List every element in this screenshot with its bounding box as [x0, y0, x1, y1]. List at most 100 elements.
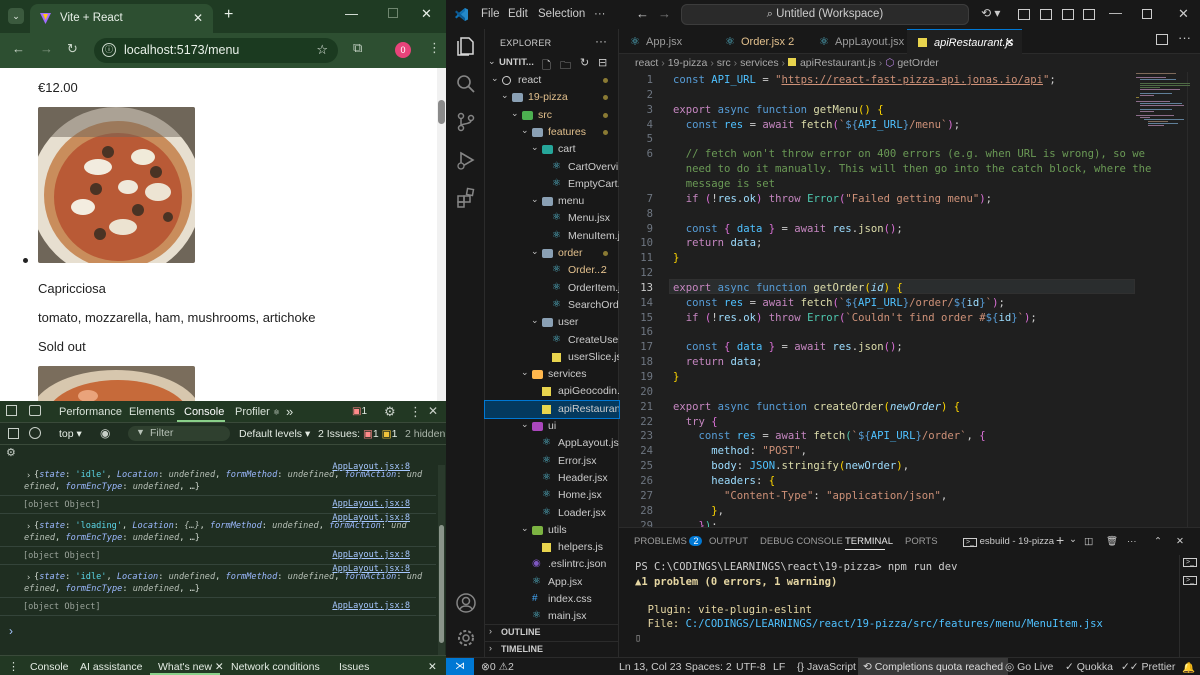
- console-message[interactable]: › {state: 'idle', Location: undefined, fo…: [0, 462, 436, 496]
- tree-file[interactable]: ⚛ App.jsx: [485, 574, 619, 591]
- issues-counter[interactable]: 2 Issues: ▣1 ▣1: [318, 428, 397, 440]
- site-info-icon[interactable]: ⓘ: [102, 43, 116, 57]
- devtools-tab-performance[interactable]: Performance: [59, 406, 122, 418]
- tab-close-icon[interactable]: ✕: [193, 11, 203, 25]
- manage-gear-icon[interactable]: [455, 627, 477, 649]
- copilot-icon[interactable]: ⟲ ▾: [981, 6, 1000, 20]
- tab-search-button[interactable]: ⌄: [8, 8, 24, 24]
- breadcrumb-item[interactable]: services: [740, 57, 779, 69]
- console-settings-icon[interactable]: ⚙: [6, 446, 16, 459]
- menu-edit[interactable]: Edit: [508, 8, 528, 20]
- breadcrumb-item[interactable]: getOrder: [897, 57, 938, 69]
- tree-file[interactable]: apiGeocodin...: [485, 383, 619, 400]
- nav-back-icon[interactable]: ←: [636, 6, 649, 21]
- command-center[interactable]: ⌕ Untitled (Workspace): [681, 4, 969, 25]
- device-toolbar-icon[interactable]: [29, 405, 41, 416]
- tree-file[interactable]: ⚛ Header.jsx: [485, 470, 619, 487]
- customize-layout-icon[interactable]: [1083, 9, 1095, 20]
- split-editor-icon[interactable]: [1156, 34, 1168, 45]
- browser-tab[interactable]: Vite + React ✕: [30, 4, 213, 33]
- prettier-status[interactable]: ✓✓ Prettier: [1121, 661, 1175, 673]
- minimize-button[interactable]: —: [345, 6, 358, 21]
- breadcrumb-item[interactable]: apiRestaurant.js: [800, 57, 876, 69]
- code-editor[interactable]: 1 const API_URL = "https://react-fast-piz…: [619, 72, 1200, 527]
- run-debug-icon[interactable]: [455, 149, 477, 171]
- collapse-all-icon[interactable]: ⊟: [598, 56, 607, 69]
- search-icon[interactable]: [455, 73, 477, 95]
- console-scrollbar[interactable]: [438, 465, 445, 675]
- tree-file[interactable]: ⚛ EmptyCart.j...: [485, 176, 619, 193]
- editor-tab[interactable]: apiRestaurant.js ✕: [907, 29, 1022, 54]
- problems-status[interactable]: ⊗0 ⚠2: [481, 661, 514, 673]
- drawer-tab-issues[interactable]: Issues: [339, 661, 369, 673]
- new-terminal-icon[interactable]: +: [1056, 532, 1064, 548]
- drawer-tab-console[interactable]: Console: [30, 661, 69, 673]
- console-source-link[interactable]: AppLayout.jsx:8: [332, 564, 410, 574]
- explorer-icon[interactable]: [455, 35, 477, 57]
- terminal-selector[interactable]: >_ esbuild - 19-pizza: [963, 536, 1054, 547]
- tree-file[interactable]: ⚛ AppLayout.jsx: [485, 435, 619, 452]
- maximize-button[interactable]: [388, 8, 398, 18]
- timeline-section[interactable]: › TIMELINE: [485, 641, 619, 658]
- console-prompt[interactable]: ›: [9, 624, 13, 638]
- console-source-link[interactable]: AppLayout.jsx:8: [332, 550, 410, 560]
- tree-file[interactable]: ⚛ Order.... 2: [485, 262, 619, 279]
- close-tab-icon[interactable]: ✕: [1005, 36, 1014, 49]
- bookmark-star-icon[interactable]: ☆: [316, 42, 328, 58]
- devtools-more-icon[interactable]: ⋮: [409, 404, 422, 420]
- console-message-object[interactable]: [object Object] AppLayout.jsx:8: [0, 496, 436, 514]
- reload-icon[interactable]: ↻: [67, 41, 78, 57]
- browser-menu-icon[interactable]: ⋮: [428, 40, 441, 56]
- console-source-link[interactable]: AppLayout.jsx:8: [332, 513, 410, 523]
- split-terminal-icon[interactable]: ◫: [1084, 536, 1093, 547]
- console-message[interactable]: › {state: 'idle', Location: undefined, fo…: [0, 564, 436, 598]
- editor-scrollbar[interactable]: [1187, 72, 1200, 527]
- close-devtools-icon[interactable]: ✕: [428, 404, 438, 418]
- tree-file[interactable]: ⚛ Error.jsx: [485, 453, 619, 470]
- expand-arrow-icon[interactable]: ›: [26, 471, 31, 481]
- indentation[interactable]: Spaces: 2: [685, 661, 732, 673]
- copilot-status[interactable]: ⟲ Completions quota reached: [858, 658, 1009, 675]
- sidebar-toggle-icon[interactable]: [8, 428, 19, 439]
- close-panel-icon[interactable]: ✕: [1176, 536, 1184, 547]
- tree-folder[interactable]: ⌄ 19-pizza: [485, 89, 619, 106]
- console-scroll-thumb[interactable]: [439, 525, 444, 643]
- tree-folder[interactable]: ⌄ features: [485, 124, 619, 141]
- menu-selection[interactable]: Selection: [538, 8, 585, 20]
- error-count-badge[interactable]: ▣1: [352, 406, 367, 417]
- expand-arrow-icon[interactable]: ›: [26, 573, 31, 583]
- tree-file[interactable]: apiRestauran...: [484, 399, 620, 419]
- panel-tab-problems[interactable]: PROBLEMS 2: [634, 536, 703, 547]
- expand-arrow-icon[interactable]: ›: [26, 522, 31, 532]
- panel-tab-ports[interactable]: PORTS: [905, 536, 938, 547]
- source-control-icon[interactable]: [455, 111, 477, 133]
- go-live-button[interactable]: ◎ Go Live: [1005, 661, 1053, 673]
- console-message-object[interactable]: [object Object] AppLayout.jsx:8: [0, 547, 436, 565]
- menu-more[interactable]: ···: [594, 8, 606, 20]
- breadcrumb-item[interactable]: src: [717, 57, 731, 69]
- tree-file[interactable]: ⚛ Menu.jsx: [485, 210, 619, 227]
- toggle-secondary-sidebar-icon[interactable]: [1062, 9, 1074, 20]
- console-source-link[interactable]: AppLayout.jsx:8: [332, 499, 410, 509]
- devtools-tab-console[interactable]: Console: [184, 406, 224, 418]
- tree-file[interactable]: ⚛ Loader.jsx: [485, 505, 619, 522]
- new-file-icon[interactable]: 🗋: [542, 57, 551, 72]
- profile-avatar[interactable]: 0: [395, 42, 411, 58]
- tree-file[interactable]: ⚛ OrderItem.j...: [485, 280, 619, 297]
- maximize-button[interactable]: [1142, 9, 1152, 19]
- cursor-position[interactable]: Ln 13, Col 23: [619, 661, 681, 673]
- tree-file[interactable]: ⚛ Home.jsx: [485, 487, 619, 504]
- tree-file[interactable]: ⚛ CartOvervi...: [485, 159, 619, 176]
- settings-gear-icon[interactable]: ⚙: [384, 404, 396, 420]
- tree-file[interactable]: ◉ .eslintrc.json: [485, 556, 619, 573]
- tree-file[interactable]: ⚛ MenuItem.j...: [485, 228, 619, 245]
- console-filter-input[interactable]: ▼ Filter: [128, 426, 230, 441]
- tree-file[interactable]: # index.css: [485, 591, 619, 608]
- close-window-button[interactable]: ✕: [1178, 6, 1189, 22]
- console-source-link[interactable]: AppLayout.jsx:8: [332, 601, 410, 611]
- tree-file[interactable]: ⚛ SearchOrd...: [485, 297, 619, 314]
- tree-folder[interactable]: ⌄ ui: [485, 418, 619, 435]
- breadcrumb-item[interactable]: 19-pizza: [668, 57, 708, 69]
- minimize-button[interactable]: —: [1109, 5, 1122, 20]
- tree-folder[interactable]: ⌄ order: [485, 245, 619, 262]
